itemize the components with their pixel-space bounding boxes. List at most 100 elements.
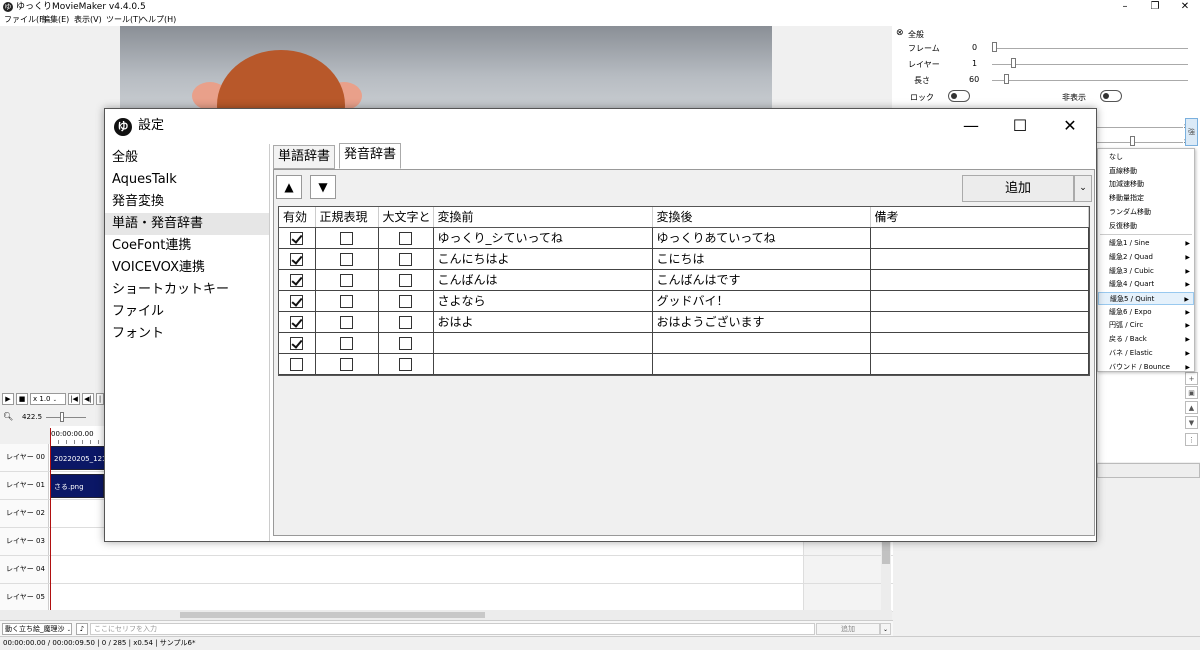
case-checkbox[interactable] [399, 231, 412, 245]
settings-sidebar-item[interactable]: VOICEVOX連携 [105, 257, 269, 279]
timeline-layer-row[interactable]: レイヤー 05 [0, 584, 893, 612]
strength-button[interactable]: 強 [1185, 118, 1198, 146]
minimize-icon[interactable]: – [1115, 0, 1135, 14]
enabled-checkbox[interactable] [290, 357, 304, 371]
case-checkbox[interactable] [399, 252, 412, 266]
menu-file[interactable]: ファイル(F) [4, 14, 47, 26]
step-back-icon[interactable]: ◀| [82, 393, 94, 405]
section-toggle-icon[interactable]: ⊗ [896, 28, 904, 38]
regex-checkbox[interactable] [340, 252, 353, 266]
table-row[interactable]: こんばんは こんばんはです [279, 269, 1089, 291]
add-keyframe-icon[interactable]: + [1185, 372, 1198, 385]
speed-select[interactable]: x 1.0 ⌄ [30, 393, 66, 405]
note-cell[interactable] [870, 290, 1089, 312]
column-note[interactable]: 備考 [870, 207, 1089, 228]
before-cell[interactable]: おはよ [433, 311, 653, 333]
after-cell[interactable]: ゆっくりあていってね [652, 227, 871, 249]
regex-checkbox[interactable] [340, 315, 353, 329]
menu-help[interactable]: ヘルプ(H) [140, 14, 176, 26]
settings-sidebar-item[interactable]: フォント [105, 323, 269, 345]
after-cell[interactable]: グッドバイ！ [652, 290, 871, 312]
playhead[interactable] [50, 428, 51, 636]
before-cell[interactable]: こんにちはよ [433, 248, 653, 270]
character-select[interactable]: 動く立ち絵_魔理沙 ⌄ [2, 623, 72, 635]
settings-sidebar-item[interactable]: 全般 [105, 147, 269, 169]
value-slider-thumb[interactable] [1130, 136, 1135, 146]
case-checkbox[interactable] [399, 294, 412, 308]
video-preview[interactable] [120, 26, 772, 110]
easing-menu-item[interactable]: 緩急2 / Quad ▶ [1098, 251, 1194, 264]
voice-settings-icon[interactable]: ♪ [76, 623, 88, 635]
before-cell[interactable] [433, 332, 653, 354]
maximize-icon[interactable]: ❐ [1145, 0, 1165, 14]
settings-sidebar-item[interactable]: CoeFont連携 [105, 235, 269, 257]
easing-menu-item[interactable]: 円弧 / Circ ▶ [1098, 319, 1194, 332]
before-cell[interactable]: こんばんは [433, 269, 653, 291]
easing-menu-item[interactable]: ランダム移動 [1098, 206, 1194, 219]
image-clip[interactable]: さる.png [50, 474, 104, 498]
before-cell[interactable] [433, 353, 653, 375]
easing-menu-item[interactable]: 緩急6 / Expo ▶ [1098, 306, 1194, 319]
enabled-checkbox[interactable] [290, 252, 304, 266]
after-cell[interactable]: こにちは [652, 248, 871, 270]
easing-menu-item[interactable]: 緩急5 / Quint ▶ [1098, 292, 1194, 305]
save-icon[interactable]: ▣ [1185, 386, 1198, 399]
easing-menu-item[interactable]: 緩急1 / Sine ▶ [1098, 237, 1194, 250]
table-row[interactable]: おはよ おはようございます [279, 311, 1089, 333]
enabled-checkbox[interactable] [290, 294, 304, 308]
move-up-icon[interactable]: ▲ [1185, 401, 1198, 414]
move-row-up-button[interactable]: ▲ [276, 175, 302, 199]
regex-checkbox[interactable] [340, 273, 353, 287]
easing-menu-item[interactable]: 移動量指定 [1098, 192, 1194, 205]
regex-checkbox[interactable] [340, 336, 353, 350]
length-slider-track[interactable] [992, 80, 1188, 81]
case-checkbox[interactable] [399, 273, 412, 287]
skip-start-icon[interactable]: |◀ [68, 393, 80, 405]
timeline-layer-row[interactable]: レイヤー 04 [0, 556, 893, 584]
note-cell[interactable] [870, 332, 1089, 354]
regex-checkbox[interactable] [340, 357, 353, 371]
length-slider-thumb[interactable] [1004, 74, 1009, 84]
dialogue-input[interactable]: ここにセリフを入力 [90, 623, 815, 635]
menu-tool[interactable]: ツール(T) [106, 14, 141, 26]
column-case[interactable]: 大文字と [378, 207, 434, 228]
note-cell[interactable] [870, 311, 1089, 333]
zoom-slider-thumb[interactable] [60, 412, 64, 422]
after-cell[interactable]: おはようございます [652, 311, 871, 333]
before-cell[interactable]: さよなら [433, 290, 653, 312]
easing-menu-item[interactable]: 戻る / Back ▶ [1098, 333, 1194, 346]
move-down-icon[interactable]: ▼ [1185, 416, 1198, 429]
hidden-toggle[interactable] [1100, 90, 1122, 102]
timeline-vscrollbar[interactable] [881, 540, 891, 620]
settings-sidebar-item[interactable]: ファイル [105, 301, 269, 323]
easing-menu-item[interactable]: バウンド / Bounce ▶ [1098, 361, 1194, 374]
close-icon[interactable]: ✕ [1055, 113, 1085, 139]
column-regex[interactable]: 正規表現 [315, 207, 379, 228]
note-cell[interactable] [870, 227, 1089, 249]
scrollbar-thumb[interactable] [180, 612, 485, 618]
minimize-icon[interactable]: — [956, 113, 986, 139]
table-row[interactable]: ゆっくり_シていってね ゆっくりあていってね [279, 227, 1089, 249]
maximize-icon[interactable]: ☐ [1005, 113, 1035, 139]
table-row[interactable] [279, 332, 1089, 354]
play-icon[interactable]: ▶ [2, 393, 14, 405]
video-clip[interactable]: 20220205_1216 [50, 446, 105, 470]
chevron-down-icon[interactable]: ⌄ [1074, 175, 1092, 202]
after-cell[interactable] [652, 332, 871, 354]
move-row-down-button[interactable]: ▼ [310, 175, 336, 199]
menu-view[interactable]: 表示(V) [74, 14, 102, 26]
settings-sidebar-item[interactable]: ショートカットキー [105, 279, 269, 301]
easing-menu-item[interactable]: 直線移動 [1098, 165, 1194, 178]
enabled-checkbox[interactable] [290, 231, 304, 245]
column-after[interactable]: 変換後 [652, 207, 871, 228]
note-cell[interactable] [870, 269, 1089, 291]
easing-menu-item[interactable]: 緩急4 / Quart ▶ [1098, 278, 1194, 291]
after-cell[interactable]: こんばんはです [652, 269, 871, 291]
frame-slider-track[interactable] [992, 48, 1188, 49]
before-cell[interactable]: ゆっくり_シていってね [433, 227, 653, 249]
chevron-down-icon[interactable]: ⌄ [880, 623, 891, 635]
add-entry-button[interactable]: 追加 [962, 175, 1074, 202]
table-row[interactable]: こんにちはよ こにちは [279, 248, 1089, 270]
regex-checkbox[interactable] [340, 231, 353, 245]
timeline-hscrollbar[interactable] [0, 610, 892, 620]
